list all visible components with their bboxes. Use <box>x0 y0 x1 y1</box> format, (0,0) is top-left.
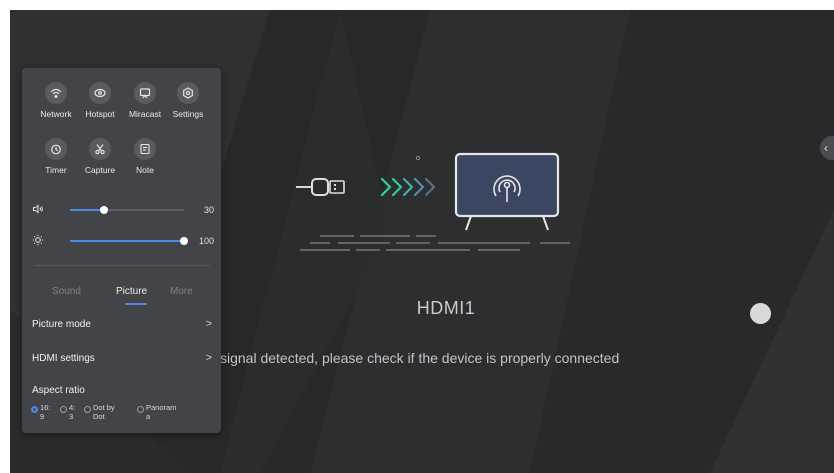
miracast-button[interactable]: Miracast <box>121 82 169 119</box>
aspect-panorama-option[interactable]: Panoram a <box>137 403 176 421</box>
note-icon <box>134 138 156 160</box>
floating-menu-button[interactable] <box>750 303 771 324</box>
timer-button[interactable]: Timer <box>32 138 80 175</box>
timer-icon <box>45 138 67 160</box>
tab-picture[interactable]: Picture <box>116 286 147 297</box>
brightness-icon <box>32 234 44 250</box>
aspect-option-line2: a <box>146 412 151 421</box>
aspect-16-9-option[interactable]: 16: 9 <box>31 403 50 421</box>
cast-icon <box>134 82 156 104</box>
aspect-option-line1: Dot by <box>93 403 115 412</box>
brightness-track[interactable] <box>70 237 188 245</box>
tab-sound[interactable]: Sound <box>52 286 81 297</box>
settings-label: Settings <box>172 109 204 119</box>
volume-knob[interactable] <box>100 206 109 214</box>
aspect-4-3-option[interactable]: 4: 3 <box>60 403 75 421</box>
active-tab-indicator <box>125 303 147 305</box>
network-button[interactable]: Network <box>32 82 80 119</box>
hdmi-screen: HDMI1 signal detected, please check if t… <box>10 10 834 473</box>
radio-unselected[interactable] <box>84 406 91 413</box>
source-title: HDMI1 <box>416 298 476 318</box>
hdmi-settings-row[interactable]: HDMI settings > <box>32 352 212 364</box>
aspect-ratio-label: Aspect ratio <box>32 385 85 396</box>
panel-divider <box>34 265 210 266</box>
miracast-label: Miracast <box>128 109 162 119</box>
volume-fill <box>70 209 105 211</box>
volume-track[interactable] <box>70 206 184 214</box>
no-signal-message: signal detected, please check if the dev… <box>220 350 620 366</box>
brightness-knob[interactable] <box>180 237 188 245</box>
brightness-fill <box>70 240 184 242</box>
radio-unselected[interactable] <box>60 406 67 413</box>
hotspot-button[interactable]: Hotspot <box>76 82 124 119</box>
quick-settings-panel: Network Hotspot Miracast Settings Timer … <box>22 68 221 433</box>
aspect-option-line1: 16: <box>40 403 51 412</box>
aspect-option-line2: Dot <box>93 412 105 421</box>
volume-value: 30 <box>203 205 214 215</box>
note-label: Note <box>136 165 154 175</box>
chevron-right-icon: > <box>205 352 212 364</box>
capture-button[interactable]: Capture <box>76 138 124 175</box>
brightness-slider[interactable]: 100 <box>32 234 214 248</box>
settings-button[interactable]: Settings <box>164 82 212 119</box>
volume-icon <box>32 203 44 219</box>
wifi-icon <box>45 82 67 104</box>
aspect-option-line1: Panoram <box>146 403 177 412</box>
timer-label: Timer <box>45 165 67 175</box>
note-button[interactable]: Note <box>121 138 169 175</box>
picture-mode-row[interactable]: Picture mode > <box>32 318 212 330</box>
picture-mode-label: Picture mode <box>32 319 91 330</box>
network-label: Network <box>40 109 72 119</box>
no-signal-illustration <box>296 152 570 251</box>
hotspot-icon <box>89 82 111 104</box>
aspect-option-line2: 3 <box>69 412 74 421</box>
volume-slider[interactable]: 30 <box>32 203 214 217</box>
aspect-dot-by-dot-option[interactable]: Dot by Dot <box>84 403 115 421</box>
radio-unselected[interactable] <box>137 406 144 413</box>
capture-label: Capture <box>84 165 116 175</box>
brightness-value: 100 <box>198 236 214 246</box>
hdmi-settings-label: HDMI settings <box>32 353 95 364</box>
radio-selected[interactable] <box>31 406 38 413</box>
scissors-icon <box>89 138 111 160</box>
aspect-option-line1: 4: <box>69 403 76 412</box>
chevron-right-icon: > <box>205 318 212 330</box>
hotspot-label: Hotspot <box>85 109 115 119</box>
gear-icon <box>177 82 199 104</box>
aspect-option-line2: 9 <box>40 412 45 421</box>
tab-more[interactable]: More <box>170 286 193 297</box>
